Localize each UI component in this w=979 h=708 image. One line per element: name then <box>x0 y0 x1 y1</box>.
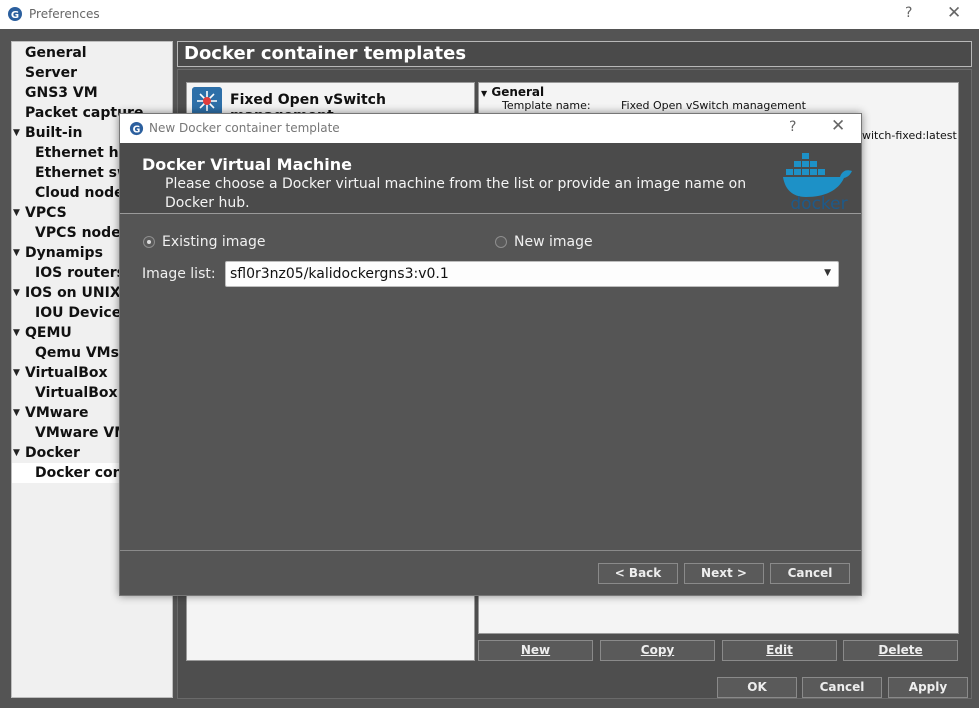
cancel-button[interactable]: Cancel <box>802 677 882 698</box>
tree-item-label: Server <box>25 65 78 81</box>
edit-label: Edit <box>766 643 793 657</box>
property-value-image: witch-fixed:latest <box>862 129 957 142</box>
dialog-cancel-button[interactable]: Cancel <box>770 563 850 584</box>
docker-logo-text: docker <box>790 194 847 211</box>
tree-item[interactable]: General <box>12 43 172 63</box>
tree-item-label: QEMU <box>25 325 72 341</box>
ok-button[interactable]: OK <box>717 677 797 698</box>
section-label: General <box>491 85 545 99</box>
dialog-heading: Docker Virtual Machine <box>142 155 352 174</box>
existing-image-label: Existing image <box>162 234 266 250</box>
tree-item-label: Built-in <box>25 125 83 141</box>
new-button[interactable]: New <box>478 640 593 661</box>
copy-button[interactable]: Copy <box>600 640 715 661</box>
tree-item-label: Cloud nodes <box>35 185 132 201</box>
chevron-down-icon: ▼ <box>824 268 831 278</box>
tree-item-label: Docker <box>25 445 80 461</box>
dialog-header: Docker Virtual Machine Please choose a D… <box>120 143 861 214</box>
delete-label: Delete <box>878 643 923 657</box>
tree-item-label: IOU Devices <box>35 305 130 321</box>
tree-item[interactable]: GNS3 VM <box>12 83 172 103</box>
existing-image-radio[interactable] <box>143 236 155 248</box>
section-general: ▼ General <box>481 85 544 99</box>
image-list-label: Image list: <box>142 266 216 282</box>
image-list-value: sfl0r3nz05/kalidockergns3:v0.1 <box>230 266 449 282</box>
tree-item-label: General <box>25 45 87 61</box>
svg-text:G: G <box>11 10 19 21</box>
list-item[interactable]: Fixed Open vSwitch management <box>190 86 472 124</box>
expand-arrow-icon: ▼ <box>481 89 488 98</box>
docker-logo-icon: docker <box>783 153 852 211</box>
expand-arrow-icon[interactable]: ▼ <box>13 283 20 303</box>
tree-item-label: VirtualBox <box>25 365 108 381</box>
new-image-radio[interactable] <box>495 236 507 248</box>
apply-button[interactable]: Apply <box>888 677 968 698</box>
page-title: Docker container templates <box>177 41 972 67</box>
window-title: Preferences <box>29 7 100 21</box>
svg-text:G: G <box>133 124 141 135</box>
next-button[interactable]: Next > <box>684 563 764 584</box>
new-image-label: New image <box>514 234 593 250</box>
tree-item-label: Qemu VMs <box>35 345 119 361</box>
tree-item-label: IOS on UNIX <box>25 285 121 301</box>
help-icon[interactable]: ? <box>905 5 912 21</box>
dialog-titlebar: G New Docker container template ? ✕ <box>120 114 861 143</box>
tree-item[interactable]: Server <box>12 63 172 83</box>
expand-arrow-icon[interactable]: ▼ <box>13 363 20 383</box>
property-key: Template name: <box>502 99 591 112</box>
tree-item-label: VPCS <box>25 205 67 221</box>
new-docker-template-dialog: G New Docker container template ? ✕ Dock… <box>119 113 862 596</box>
dialog-divider <box>120 550 861 551</box>
copy-label: Copy <box>640 643 675 657</box>
expand-arrow-icon[interactable]: ▼ <box>13 243 20 263</box>
expand-arrow-icon[interactable]: ▼ <box>13 123 20 143</box>
close-icon[interactable]: ✕ <box>947 3 961 23</box>
dialog-title: New Docker container template <box>149 121 340 135</box>
gns3-logo-icon: G <box>8 7 22 21</box>
expand-arrow-icon[interactable]: ▼ <box>13 403 20 423</box>
tree-item-label: IOS routers <box>35 265 125 281</box>
tree-item-label: GNS3 VM <box>25 85 98 101</box>
back-button[interactable]: < Back <box>598 563 678 584</box>
help-icon[interactable]: ? <box>789 119 796 135</box>
tree-item-label: VPCS nodes <box>35 225 130 241</box>
expand-arrow-icon[interactable]: ▼ <box>13 323 20 343</box>
expand-arrow-icon[interactable]: ▼ <box>13 203 20 223</box>
image-list-select[interactable]: sfl0r3nz05/kalidockergns3:v0.1 ▼ <box>225 261 839 287</box>
delete-button[interactable]: Delete <box>843 640 958 661</box>
gns3-logo-icon: G <box>129 121 144 135</box>
new-label: New <box>520 643 551 657</box>
property-value: Fixed Open vSwitch management <box>621 99 806 112</box>
expand-arrow-icon[interactable]: ▼ <box>13 443 20 463</box>
edit-button[interactable]: Edit <box>722 640 837 661</box>
tree-item-label: VMware <box>25 405 89 421</box>
dialog-subtitle: Please choose a Docker virtual machine f… <box>165 176 747 211</box>
close-icon[interactable]: ✕ <box>831 116 845 136</box>
window-titlebar: G Preferences ? ✕ <box>0 0 979 29</box>
tree-item-label: Dynamips <box>25 245 103 261</box>
ovs-switch-icon <box>192 87 222 115</box>
